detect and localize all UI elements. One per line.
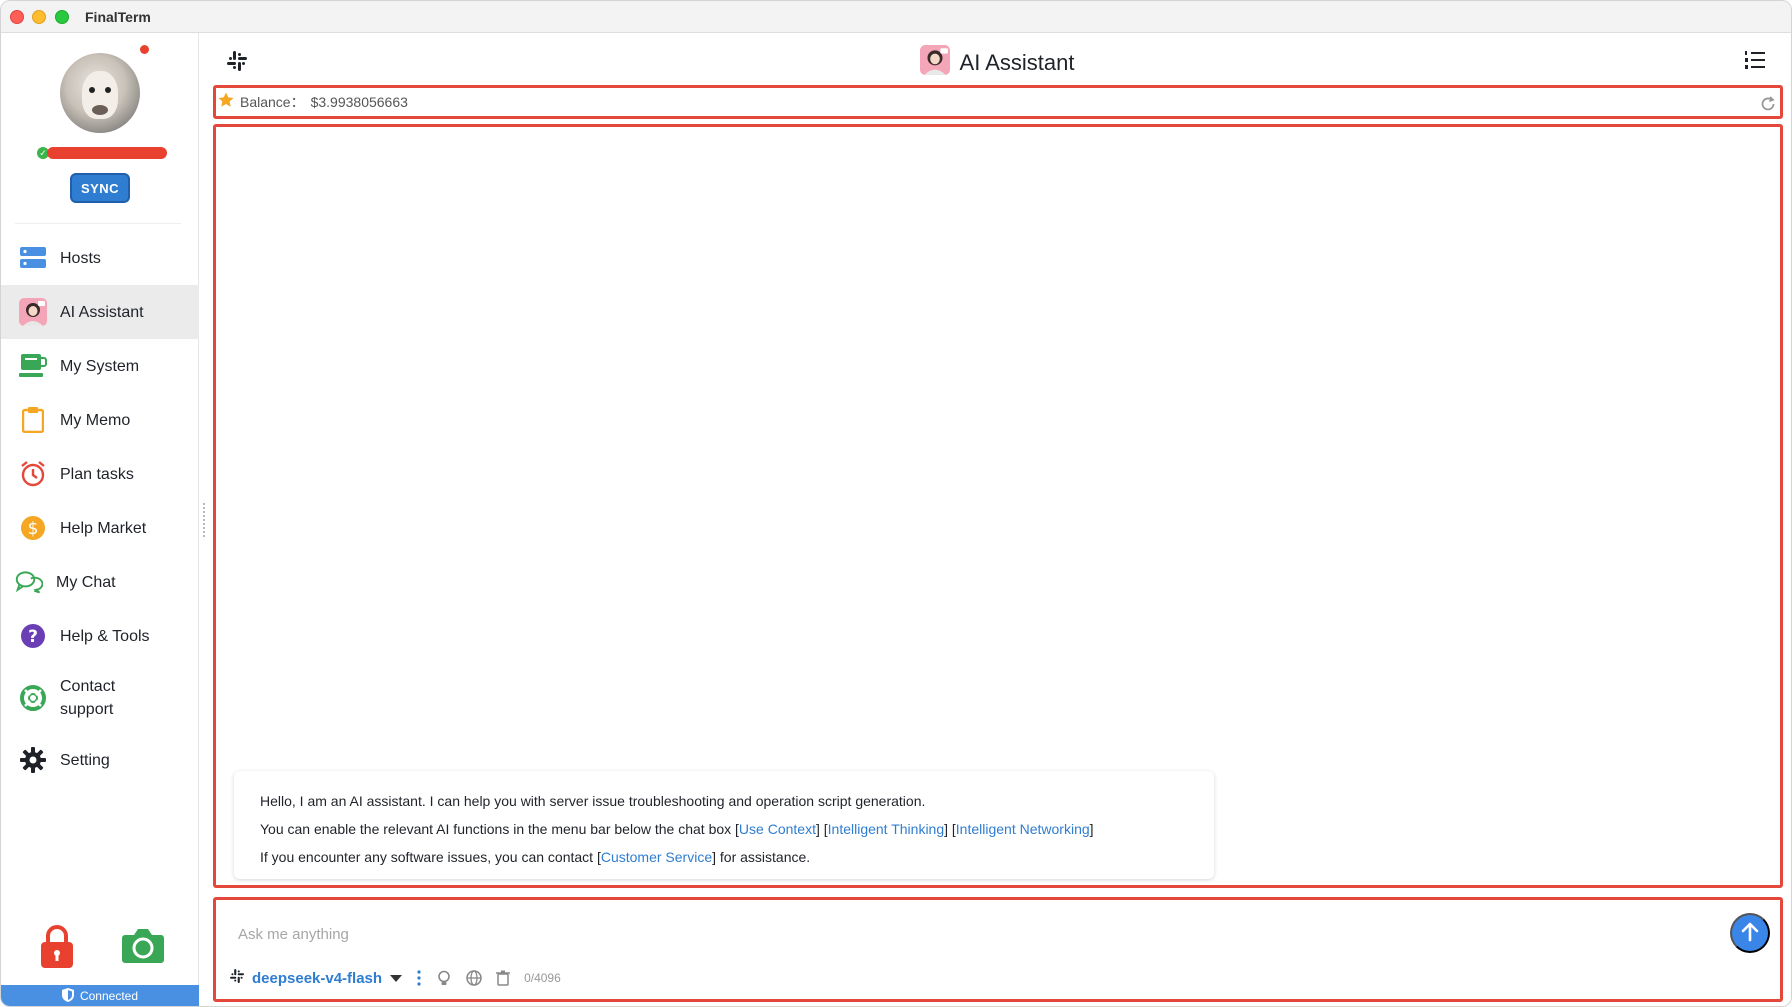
- arrow-up-icon: [1741, 922, 1759, 945]
- sidebar-item-my-chat[interactable]: My Chat: [1, 555, 199, 609]
- character-counter: 0/4096: [524, 971, 561, 985]
- minimize-window-button[interactable]: [32, 10, 46, 24]
- assistant-message: Hello, I am an AI assistant. I can help …: [234, 771, 1214, 879]
- sidebar-item-label: Setting: [60, 751, 110, 769]
- sidebar-item-my-memo[interactable]: My Memo: [1, 393, 199, 447]
- notification-dot: [140, 45, 149, 54]
- balance-bar: Balance： $3.9938056663: [213, 85, 1783, 119]
- star-icon: [218, 92, 234, 113]
- redacted-username: [47, 147, 167, 159]
- trash-icon[interactable]: [496, 970, 511, 986]
- sidebar-item-help-tools[interactable]: ? Help & Tools: [1, 609, 199, 663]
- model-selector[interactable]: deepseek-v4-flash: [230, 968, 403, 988]
- ai-assistant-avatar-icon: [919, 45, 950, 80]
- send-button[interactable]: [1730, 913, 1770, 953]
- globe-icon[interactable]: [466, 970, 482, 986]
- my-system-icon: [19, 352, 47, 380]
- svg-text:$: $: [28, 519, 39, 539]
- intelligent-thinking-link[interactable]: Intelligent Thinking: [828, 821, 944, 837]
- chat-input[interactable]: [238, 920, 1538, 948]
- message-line: If you encounter any software issues, yo…: [260, 849, 811, 865]
- sidebar-item-label: Contact support: [60, 678, 116, 718]
- title-bar: FinalTerm: [1, 1, 1791, 33]
- slack-icon: [230, 968, 244, 988]
- sidebar-item-label: My Chat: [56, 573, 116, 591]
- app-title: FinalTerm: [85, 9, 151, 25]
- balance-label: Balance：: [240, 94, 305, 110]
- lightbulb-icon[interactable]: [436, 970, 452, 986]
- close-window-button[interactable]: [10, 10, 24, 24]
- message-line: You can enable the relevant AI functions…: [260, 821, 1094, 837]
- chat-messages-area[interactable]: Hello, I am an AI assistant. I can help …: [213, 124, 1783, 888]
- camera-icon[interactable]: [121, 925, 165, 970]
- alarm-clock-icon: [19, 460, 47, 488]
- sidebar-nav: Hosts AI Assistant My System My Memo Pla…: [1, 231, 199, 787]
- use-context-link[interactable]: Use Context: [739, 821, 816, 837]
- shield-icon: [61, 987, 74, 1005]
- maximize-window-button[interactable]: [55, 10, 69, 24]
- dollar-icon: $: [19, 514, 47, 542]
- customer-service-link[interactable]: Customer Service: [601, 849, 712, 865]
- sidebar-item-label: Help & Tools: [60, 627, 150, 645]
- support-icon: [19, 684, 47, 712]
- main-panel: AI Assistant Balance： $3.9938056663 Hell…: [213, 33, 1791, 1006]
- input-toolbar: deepseek-v4-flash 0/4096: [230, 966, 561, 990]
- sidebar-item-label: Help Market: [60, 519, 147, 537]
- memo-icon: [19, 406, 47, 434]
- sidebar-item-contact-support[interactable]: Contact support: [1, 663, 199, 733]
- lock-icon[interactable]: [39, 925, 75, 974]
- sidebar-item-my-system[interactable]: My System: [1, 339, 199, 393]
- page-title-group: AI Assistant: [213, 45, 1781, 80]
- caret-down-icon: [390, 974, 403, 982]
- app-window: FinalTerm ✓ SYNC Hosts AI Assistant My S…: [0, 0, 1792, 1007]
- sidebar-item-label: My System: [60, 357, 140, 375]
- intelligent-networking-link[interactable]: Intelligent Networking: [956, 821, 1090, 837]
- sidebar-item-setting[interactable]: Setting: [1, 733, 199, 787]
- sidebar: ✓ SYNC Hosts AI Assistant My System My M…: [1, 33, 199, 1006]
- message-line: Hello, I am an AI assistant. I can help …: [260, 793, 926, 809]
- svg-text:?: ?: [28, 627, 38, 647]
- sidebar-divider: [15, 223, 181, 224]
- hosts-icon: [19, 244, 47, 272]
- refresh-icon[interactable]: [1760, 96, 1776, 117]
- page-title: AI Assistant: [959, 49, 1075, 75]
- balance-value: $3.9938056663: [310, 94, 408, 110]
- sidebar-item-label: My Memo: [60, 411, 131, 429]
- chat-input-panel: deepseek-v4-flash 0/4096: [213, 897, 1783, 1002]
- sidebar-item-ai-assistant[interactable]: AI Assistant: [1, 285, 199, 339]
- sidebar-item-label: AI Assistant: [60, 303, 144, 321]
- more-options-icon[interactable]: [416, 970, 422, 986]
- connection-status-text: Connected: [79, 989, 139, 1003]
- avatar[interactable]: [60, 53, 140, 133]
- sidebar-bottom-actions: [1, 925, 199, 975]
- list-menu-icon[interactable]: [1745, 51, 1765, 74]
- model-name: deepseek-v4-flash: [252, 969, 383, 987]
- sidebar-resize-handle[interactable]: [203, 503, 207, 537]
- sidebar-item-label: Plan tasks: [60, 465, 134, 483]
- sidebar-item-help-market[interactable]: $ Help Market: [1, 501, 199, 555]
- chat-icon: [15, 568, 43, 596]
- help-icon: ?: [19, 622, 47, 650]
- sidebar-item-label: Hosts: [60, 249, 101, 267]
- sidebar-item-plan-tasks[interactable]: Plan tasks: [1, 447, 199, 501]
- header-bar: AI Assistant: [213, 33, 1781, 85]
- sync-button[interactable]: SYNC: [70, 173, 130, 203]
- sidebar-item-hosts[interactable]: Hosts: [1, 231, 199, 285]
- connection-status-bar: Connected: [1, 985, 199, 1006]
- ai-assistant-icon: [19, 298, 47, 326]
- gear-icon: [19, 746, 47, 774]
